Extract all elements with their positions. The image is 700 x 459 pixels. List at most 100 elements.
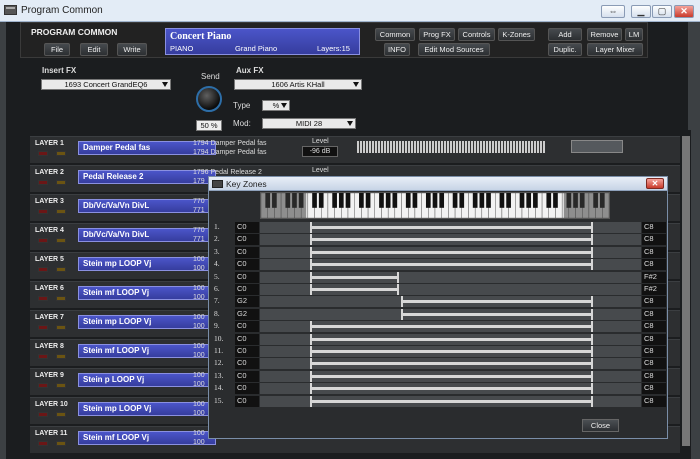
zone-range-bar[interactable] <box>400 300 592 304</box>
zone-low-key[interactable]: C0 <box>235 370 259 382</box>
solo-button[interactable] <box>56 238 66 243</box>
zone-range-track[interactable] <box>260 222 641 233</box>
edit-mod-sources-button[interactable]: Edit Mod Sources <box>418 43 490 56</box>
solo-button[interactable] <box>56 383 66 388</box>
zone-low-key[interactable]: C0 <box>235 383 259 395</box>
solo-button[interactable] <box>56 209 66 214</box>
mute-button[interactable] <box>38 325 48 330</box>
zone-high-handle[interactable] <box>591 358 594 370</box>
zone-high-key[interactable]: F#2 <box>642 271 666 283</box>
zone-low-key[interactable]: G2 <box>235 308 259 320</box>
remove-button[interactable]: Remove <box>587 28 622 41</box>
mute-button[interactable] <box>38 441 48 446</box>
zone-high-handle[interactable] <box>591 395 594 407</box>
zone-low-key[interactable]: C0 <box>235 259 259 271</box>
zone-high-key[interactable]: C8 <box>642 259 666 271</box>
zone-low-key[interactable]: C0 <box>235 358 259 370</box>
close-button[interactable]: Close <box>582 419 619 432</box>
zone-high-key[interactable]: C8 <box>642 358 666 370</box>
zone-range-track[interactable] <box>260 308 641 320</box>
minimize-button[interactable]: ▁ <box>631 5 651 18</box>
add-button[interactable]: Add <box>548 28 582 41</box>
solo-button[interactable] <box>56 296 66 301</box>
zone-range-track[interactable] <box>260 346 641 357</box>
type-select[interactable]: % <box>262 100 290 111</box>
zone-high-handle[interactable] <box>397 271 400 283</box>
mute-button[interactable] <box>38 209 48 214</box>
zone-high-key[interactable]: C8 <box>642 296 666 308</box>
zone-range-bar[interactable] <box>309 238 592 242</box>
zone-range-bar[interactable] <box>309 387 592 391</box>
zone-range-bar[interactable] <box>309 325 592 329</box>
k-zones-button[interactable]: K-Zones <box>498 28 535 41</box>
mute-button[interactable] <box>38 267 48 272</box>
file-button[interactable]: File <box>44 43 70 56</box>
zone-high-handle[interactable] <box>591 333 594 345</box>
mute-button[interactable] <box>38 354 48 359</box>
zone-high-handle[interactable] <box>591 246 594 258</box>
zone-high-handle[interactable] <box>591 308 594 320</box>
zone-high-key[interactable]: C8 <box>642 222 666 233</box>
zone-high-key[interactable]: C8 <box>642 346 666 357</box>
zone-low-key[interactable]: C0 <box>235 222 259 233</box>
zone-low-key[interactable]: C0 <box>235 346 259 357</box>
zone-range-track[interactable] <box>260 271 641 283</box>
zone-range-bar[interactable] <box>309 374 592 378</box>
zone-range-track[interactable] <box>260 259 641 271</box>
zone-range-bar[interactable] <box>400 312 592 316</box>
zone-high-handle[interactable] <box>591 222 594 233</box>
duplicate-button[interactable]: Duplic. <box>548 43 582 56</box>
info-button[interactable]: INFO <box>384 43 410 56</box>
maximize-button[interactable]: ▢ <box>652 5 672 18</box>
zone-low-key[interactable]: C0 <box>235 271 259 283</box>
zone-high-handle[interactable] <box>591 296 594 308</box>
close-window-button[interactable]: ✕ <box>674 5 694 18</box>
close-icon[interactable]: ✕ <box>646 178 664 189</box>
zone-high-handle[interactable] <box>591 234 594 246</box>
zone-range-bar[interactable] <box>309 350 592 353</box>
zone-low-key[interactable]: C0 <box>235 234 259 246</box>
zone-range-track[interactable] <box>260 296 641 308</box>
edit-button[interactable]: Edit <box>80 43 108 56</box>
zone-low-key[interactable]: C0 <box>235 321 259 333</box>
solo-button[interactable] <box>56 180 66 185</box>
solo-button[interactable] <box>56 325 66 330</box>
mute-button[interactable] <box>38 151 48 156</box>
layer-velocity-box[interactable] <box>571 140 623 153</box>
zone-range-bar[interactable] <box>309 399 592 403</box>
vertical-scrollbar[interactable] <box>681 130 691 459</box>
zone-high-key[interactable]: C8 <box>642 333 666 345</box>
scrollbar-thumb[interactable] <box>682 136 690 446</box>
zone-low-key[interactable]: C0 <box>235 395 259 407</box>
zone-high-handle[interactable] <box>591 370 594 382</box>
controls-button[interactable]: Controls <box>458 28 495 41</box>
zone-high-key[interactable]: C8 <box>642 395 666 407</box>
solo-button[interactable] <box>56 441 66 446</box>
zone-range-track[interactable] <box>260 358 641 370</box>
zone-high-key[interactable]: F#2 <box>642 284 666 295</box>
zone-high-handle[interactable] <box>591 346 594 357</box>
zone-range-track[interactable] <box>260 333 641 345</box>
zone-range-bar[interactable] <box>309 275 398 279</box>
zone-high-handle[interactable] <box>591 321 594 333</box>
zone-range-bar[interactable] <box>309 288 398 291</box>
mute-button[interactable] <box>38 412 48 417</box>
layer-keyrange[interactable] <box>357 141 545 153</box>
restore-icon[interactable]: ⇔ <box>601 5 625 18</box>
prog-fx-button[interactable]: Prog FX <box>419 28 455 41</box>
common-button[interactable]: Common <box>375 28 415 41</box>
piano-keyboard[interactable] <box>260 192 610 219</box>
zone-range-track[interactable] <box>260 234 641 246</box>
zone-range-bar[interactable] <box>309 263 592 267</box>
mod-select[interactable]: MIDI 28 <box>262 118 356 129</box>
mute-button[interactable] <box>38 383 48 388</box>
zone-low-key[interactable]: C0 <box>235 246 259 258</box>
zone-high-handle[interactable] <box>591 383 594 395</box>
zone-high-key[interactable]: C8 <box>642 321 666 333</box>
layer-mixer-button[interactable]: Layer Mixer <box>587 43 643 56</box>
solo-button[interactable] <box>56 151 66 156</box>
zone-high-key[interactable]: C8 <box>642 246 666 258</box>
solo-button[interactable] <box>56 412 66 417</box>
zone-low-key[interactable]: C0 <box>235 284 259 295</box>
send-knob[interactable] <box>196 86 222 112</box>
